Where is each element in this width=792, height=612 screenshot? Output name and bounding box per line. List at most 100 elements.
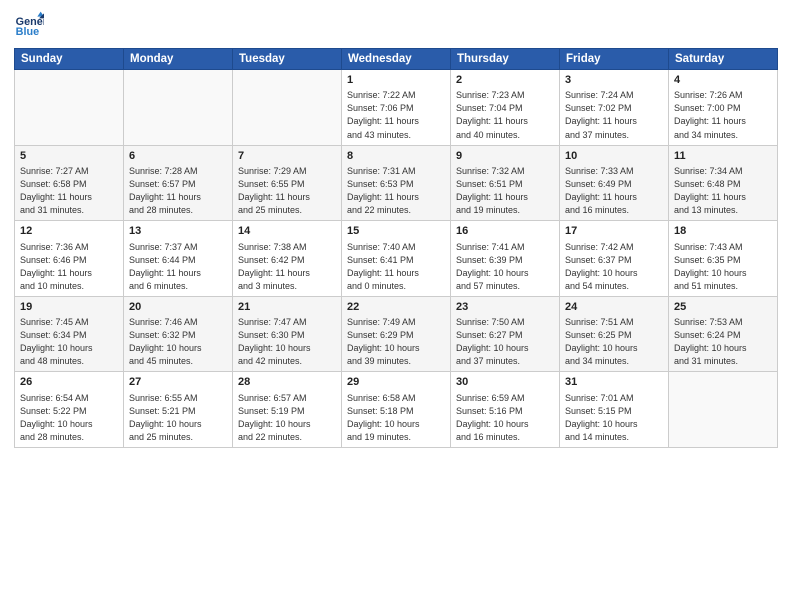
calendar-cell: 18 Sunrise: 7:43 AM Sunset: 6:35 PM Dayli… [669, 221, 778, 297]
calendar-cell: 5Sunrise: 7:27 AM Sunset: 6:58 PM Daylig… [15, 145, 124, 221]
calendar-cell: 17Sunrise: 7:42 AM Sunset: 6:37 PM Dayli… [560, 221, 669, 297]
day-info: Sunrise: 7:45 AM Sunset: 6:34 PM Dayligh… [20, 316, 118, 368]
calendar-cell: 1Sunrise: 7:22 AM Sunset: 7:06 PM Daylig… [342, 70, 451, 146]
week-row-5: 26 Sunrise: 6:54 AM Sunset: 5:22 PM Dayli… [15, 372, 778, 448]
day-number: 26 [20, 375, 118, 390]
day-number: 24 [565, 300, 663, 315]
day-number: 4 [674, 73, 772, 88]
calendar-cell [124, 70, 233, 146]
day-number: 2 [456, 73, 554, 88]
calendar-cell: 2Sunrise: 7:23 AM Sunset: 7:04 PM Daylig… [451, 70, 560, 146]
weekday-header-monday: Monday [124, 49, 233, 70]
page-header: General Blue [14, 10, 778, 40]
day-number: 25 [674, 300, 772, 315]
calendar-cell: 15 Sunrise: 7:40 AM Sunset: 6:41 PM Dayli… [342, 221, 451, 297]
calendar-cell: 19Sunrise: 7:45 AM Sunset: 6:34 PM Dayli… [15, 296, 124, 372]
logo: General Blue [14, 10, 44, 40]
week-row-4: 19Sunrise: 7:45 AM Sunset: 6:34 PM Dayli… [15, 296, 778, 372]
day-info: Sunrise: 7:27 AM Sunset: 6:58 PM Dayligh… [20, 165, 118, 217]
day-number: 12 [20, 224, 118, 239]
calendar-cell: 31 Sunrise: 7:01 AM Sunset: 5:15 PM Dayli… [560, 372, 669, 448]
day-number: 31 [565, 375, 663, 390]
day-info: Sunrise: 7:36 AM Sunset: 6:46 PM Dayligh… [20, 241, 118, 293]
calendar-cell: 23Sunrise: 7:50 AM Sunset: 6:27 PM Dayli… [451, 296, 560, 372]
day-info: Sunrise: 7:47 AM Sunset: 6:30 PM Dayligh… [238, 316, 336, 368]
day-info: Sunrise: 6:55 AM Sunset: 5:21 PM Dayligh… [129, 392, 227, 444]
calendar-cell: 9Sunrise: 7:32 AM Sunset: 6:51 PM Daylig… [451, 145, 560, 221]
day-number: 11 [674, 149, 772, 164]
day-number: 30 [456, 375, 554, 390]
calendar-cell: 4Sunrise: 7:26 AM Sunset: 7:00 PM Daylig… [669, 70, 778, 146]
calendar-cell: 24Sunrise: 7:51 AM Sunset: 6:25 PM Dayli… [560, 296, 669, 372]
day-info: Sunrise: 7:46 AM Sunset: 6:32 PM Dayligh… [129, 316, 227, 368]
calendar-cell: 27 Sunrise: 6:55 AM Sunset: 5:21 PM Dayli… [124, 372, 233, 448]
day-info: Sunrise: 7:51 AM Sunset: 6:25 PM Dayligh… [565, 316, 663, 368]
day-info: Sunrise: 7:01 AM Sunset: 5:15 PM Dayligh… [565, 392, 663, 444]
day-number: 23 [456, 300, 554, 315]
day-number: 15 [347, 224, 445, 239]
day-info: Sunrise: 7:37 AM Sunset: 6:44 PM Dayligh… [129, 241, 227, 293]
week-row-3: 12 Sunrise: 7:36 AM Sunset: 6:46 PM Dayli… [15, 221, 778, 297]
day-number: 1 [347, 73, 445, 88]
weekday-header-tuesday: Tuesday [233, 49, 342, 70]
calendar-cell: 14 Sunrise: 7:38 AM Sunset: 6:42 PM Dayli… [233, 221, 342, 297]
calendar-cell: 29Sunrise: 6:58 AM Sunset: 5:18 PM Dayli… [342, 372, 451, 448]
calendar-table: SundayMondayTuesdayWednesdayThursdayFrid… [14, 48, 778, 448]
day-info: Sunrise: 6:59 AM Sunset: 5:16 PM Dayligh… [456, 392, 554, 444]
calendar-cell: 20Sunrise: 7:46 AM Sunset: 6:32 PM Dayli… [124, 296, 233, 372]
day-number: 17 [565, 224, 663, 239]
day-info: Sunrise: 7:24 AM Sunset: 7:02 PM Dayligh… [565, 89, 663, 141]
calendar-cell: 7Sunrise: 7:29 AM Sunset: 6:55 PM Daylig… [233, 145, 342, 221]
calendar-cell [233, 70, 342, 146]
calendar-cell: 3Sunrise: 7:24 AM Sunset: 7:02 PM Daylig… [560, 70, 669, 146]
calendar-cell: 21Sunrise: 7:47 AM Sunset: 6:30 PM Dayli… [233, 296, 342, 372]
day-info: Sunrise: 7:29 AM Sunset: 6:55 PM Dayligh… [238, 165, 336, 217]
weekday-header-saturday: Saturday [669, 49, 778, 70]
day-info: Sunrise: 7:38 AM Sunset: 6:42 PM Dayligh… [238, 241, 336, 293]
day-info: Sunrise: 7:41 AM Sunset: 6:39 PM Dayligh… [456, 241, 554, 293]
day-number: 13 [129, 224, 227, 239]
day-info: Sunrise: 7:26 AM Sunset: 7:00 PM Dayligh… [674, 89, 772, 141]
day-info: Sunrise: 7:40 AM Sunset: 6:41 PM Dayligh… [347, 241, 445, 293]
weekday-header-row: SundayMondayTuesdayWednesdayThursdayFrid… [15, 49, 778, 70]
day-number: 14 [238, 224, 336, 239]
day-number: 7 [238, 149, 336, 164]
day-info: Sunrise: 7:43 AM Sunset: 6:35 PM Dayligh… [674, 241, 772, 293]
day-number: 18 [674, 224, 772, 239]
day-info: Sunrise: 7:49 AM Sunset: 6:29 PM Dayligh… [347, 316, 445, 368]
day-number: 19 [20, 300, 118, 315]
calendar-cell: 12 Sunrise: 7:36 AM Sunset: 6:46 PM Dayli… [15, 221, 124, 297]
day-info: Sunrise: 6:54 AM Sunset: 5:22 PM Dayligh… [20, 392, 118, 444]
logo-icon: General Blue [14, 10, 44, 40]
weekday-header-friday: Friday [560, 49, 669, 70]
weekday-header-thursday: Thursday [451, 49, 560, 70]
day-info: Sunrise: 7:34 AM Sunset: 6:48 PM Dayligh… [674, 165, 772, 217]
day-info: Sunrise: 7:53 AM Sunset: 6:24 PM Dayligh… [674, 316, 772, 368]
calendar-cell: 30 Sunrise: 6:59 AM Sunset: 5:16 PM Dayli… [451, 372, 560, 448]
day-number: 27 [129, 375, 227, 390]
weekday-header-wednesday: Wednesday [342, 49, 451, 70]
day-info: Sunrise: 7:50 AM Sunset: 6:27 PM Dayligh… [456, 316, 554, 368]
calendar-cell [15, 70, 124, 146]
day-info: Sunrise: 7:22 AM Sunset: 7:06 PM Dayligh… [347, 89, 445, 141]
calendar-cell: 28Sunrise: 6:57 AM Sunset: 5:19 PM Dayli… [233, 372, 342, 448]
calendar-cell: 13 Sunrise: 7:37 AM Sunset: 6:44 PM Dayli… [124, 221, 233, 297]
day-info: Sunrise: 7:23 AM Sunset: 7:04 PM Dayligh… [456, 89, 554, 141]
calendar-cell: 26 Sunrise: 6:54 AM Sunset: 5:22 PM Dayli… [15, 372, 124, 448]
calendar-cell: 11Sunrise: 7:34 AM Sunset: 6:48 PM Dayli… [669, 145, 778, 221]
weekday-header-sunday: Sunday [15, 49, 124, 70]
day-number: 3 [565, 73, 663, 88]
day-number: 29 [347, 375, 445, 390]
calendar-cell [669, 372, 778, 448]
calendar-cell: 16Sunrise: 7:41 AM Sunset: 6:39 PM Dayli… [451, 221, 560, 297]
day-info: Sunrise: 7:32 AM Sunset: 6:51 PM Dayligh… [456, 165, 554, 217]
svg-text:Blue: Blue [16, 26, 39, 38]
day-info: Sunrise: 6:57 AM Sunset: 5:19 PM Dayligh… [238, 392, 336, 444]
day-number: 21 [238, 300, 336, 315]
day-info: Sunrise: 7:31 AM Sunset: 6:53 PM Dayligh… [347, 165, 445, 217]
calendar-cell: 25Sunrise: 7:53 AM Sunset: 6:24 PM Dayli… [669, 296, 778, 372]
day-number: 10 [565, 149, 663, 164]
day-number: 9 [456, 149, 554, 164]
week-row-1: 1Sunrise: 7:22 AM Sunset: 7:06 PM Daylig… [15, 70, 778, 146]
day-number: 20 [129, 300, 227, 315]
